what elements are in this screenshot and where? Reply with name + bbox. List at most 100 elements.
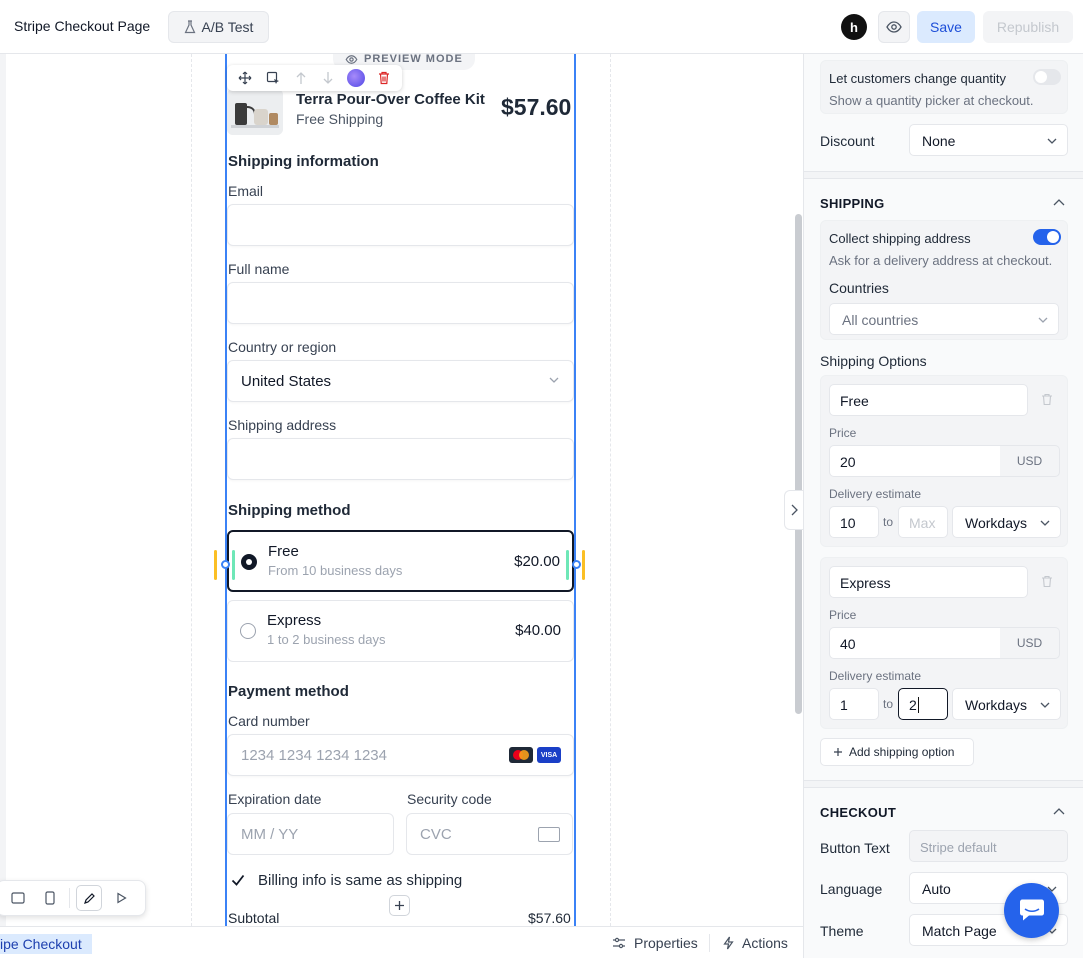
- country-label: Country or region: [228, 339, 337, 355]
- button-text-input[interactable]: Stripe default: [909, 830, 1068, 862]
- card-number-input[interactable]: 1234 1234 1234 1234 VISA: [227, 734, 574, 776]
- play-icon: [116, 892, 127, 904]
- trash-icon[interactable]: [1041, 393, 1053, 406]
- radio-selected[interactable]: [241, 554, 257, 570]
- cvc-card-icon: [538, 827, 560, 842]
- collapse-panel-button[interactable]: [784, 490, 803, 530]
- estimate-unit-select[interactable]: Workdays: [952, 506, 1061, 538]
- eye-icon: [886, 21, 902, 33]
- toolbar-divider: [69, 888, 70, 908]
- email-input[interactable]: [227, 204, 574, 246]
- chevron-up-icon[interactable]: [1053, 807, 1065, 815]
- estimate-min-value: 10: [840, 515, 856, 531]
- card-number-label: Card number: [228, 713, 310, 729]
- option-price-input[interactable]: 20: [829, 445, 1001, 477]
- shipping-info-heading: Shipping information: [228, 153, 379, 170]
- edit-mode-button[interactable]: [76, 885, 102, 911]
- full-name-input[interactable]: [227, 282, 574, 324]
- shipping-option-price: $20.00: [514, 553, 560, 570]
- chevron-down-icon: [1038, 317, 1048, 323]
- shipping-option-express[interactable]: Express 1 to 2 business days $40.00: [227, 600, 574, 662]
- delete-icon[interactable]: [375, 69, 393, 87]
- resize-handle-right-inner[interactable]: [566, 550, 569, 580]
- chat-bubble-icon: [1019, 899, 1044, 920]
- move-icon[interactable]: [236, 69, 254, 87]
- option-price-value: 20: [840, 454, 856, 470]
- option-name-input[interactable]: Free: [829, 384, 1028, 416]
- resize-handle-left-inner[interactable]: [232, 550, 235, 580]
- radio-unselected[interactable]: [240, 623, 256, 639]
- play-preview-button[interactable]: [108, 885, 134, 911]
- product-subtitle: Free Shipping: [296, 111, 384, 127]
- resize-handle-dot-left[interactable]: [221, 560, 230, 569]
- breadcrumb[interactable]: ipe Checkout: [0, 934, 92, 954]
- tablet-icon: [11, 892, 25, 904]
- resize-handle-left-outer[interactable]: [214, 550, 217, 580]
- theme-label: Theme: [820, 923, 864, 939]
- ab-test-label: A/B Test: [201, 19, 254, 35]
- add-shipping-option-button[interactable]: Add shipping option: [820, 738, 974, 766]
- chevron-down-icon: [549, 377, 559, 383]
- expiration-input[interactable]: MM / YY: [227, 813, 394, 855]
- countries-select[interactable]: All countries: [829, 303, 1059, 335]
- estimate-max-input[interactable]: 2: [898, 688, 948, 720]
- preview-button[interactable]: [878, 11, 910, 43]
- discount-select[interactable]: None: [909, 124, 1068, 156]
- estimate-min-input[interactable]: 1: [829, 688, 879, 720]
- estimate-min-input[interactable]: 10: [829, 506, 879, 538]
- button-text-placeholder: Stripe default: [920, 840, 997, 855]
- payment-method-heading: Payment method: [228, 683, 349, 700]
- actions-tab[interactable]: Actions: [723, 935, 788, 951]
- address-input[interactable]: [227, 438, 574, 480]
- security-code-label: Security code: [407, 791, 492, 807]
- estimate-unit-select[interactable]: Workdays: [952, 688, 1061, 720]
- resize-handle-dot-right[interactable]: [572, 560, 581, 569]
- pencil-icon: [83, 892, 95, 904]
- trash-icon[interactable]: [1041, 575, 1053, 588]
- shipping-option-card: Free Price 20 USD Delivery estimate 10 t…: [820, 375, 1068, 547]
- republish-button[interactable]: Republish: [983, 11, 1073, 43]
- visa-icon: VISA: [537, 747, 561, 763]
- language-label: Language: [820, 881, 883, 897]
- arrow-down-icon[interactable]: [319, 69, 337, 87]
- security-code-input[interactable]: CVC: [406, 813, 573, 855]
- layout-guide-right: [610, 54, 611, 926]
- shipping-option-free[interactable]: Free From 10 business days $20.00: [227, 530, 574, 592]
- quantity-toggle[interactable]: [1033, 69, 1061, 85]
- phone-icon: [45, 891, 55, 905]
- add-block-button[interactable]: [389, 895, 410, 916]
- block-toolbar: [227, 65, 402, 91]
- shipping-method-heading: Shipping method: [228, 502, 351, 519]
- properties-tab[interactable]: Properties: [612, 935, 698, 951]
- product-price: $57.60: [501, 94, 572, 120]
- estimate-unit-value: Workdays: [965, 515, 1027, 531]
- arrow-up-icon[interactable]: [292, 69, 310, 87]
- option-name-value: Express: [840, 575, 891, 591]
- option-price-input[interactable]: 40: [829, 627, 1001, 659]
- collect-shipping-toggle[interactable]: [1033, 229, 1061, 245]
- canvas-scrollbar[interactable]: [795, 214, 802, 714]
- estimate-max-input[interactable]: Max: [898, 506, 948, 538]
- billing-same-label: Billing info is same as shipping: [258, 872, 463, 889]
- tablet-view-button[interactable]: [5, 885, 31, 911]
- section-divider: [804, 780, 1083, 788]
- save-button[interactable]: Save: [917, 11, 975, 43]
- top-bar: Stripe Checkout Page A/B Test h Save Rep…: [0, 0, 1083, 54]
- currency-label: USD: [1000, 445, 1060, 477]
- mastercard-icon: [509, 747, 533, 763]
- resize-handle-right-outer[interactable]: [582, 550, 585, 580]
- mobile-view-button[interactable]: [37, 885, 63, 911]
- ai-sparkle-icon[interactable]: [347, 69, 366, 87]
- select-parent-icon[interactable]: [264, 69, 282, 87]
- checkout-section-title: CHECKOUT: [820, 805, 897, 820]
- billing-same-checkbox[interactable]: [229, 871, 246, 888]
- card-brands: VISA: [509, 747, 561, 763]
- page-title: Stripe Checkout Page: [14, 18, 151, 34]
- chat-support-button[interactable]: [1004, 883, 1059, 938]
- text-cursor: [918, 697, 919, 713]
- plus-icon: [834, 748, 842, 756]
- option-name-input[interactable]: Express: [829, 566, 1028, 598]
- chevron-up-icon[interactable]: [1053, 198, 1065, 206]
- ab-test-button[interactable]: A/B Test: [168, 11, 269, 43]
- country-select[interactable]: United States: [227, 360, 574, 402]
